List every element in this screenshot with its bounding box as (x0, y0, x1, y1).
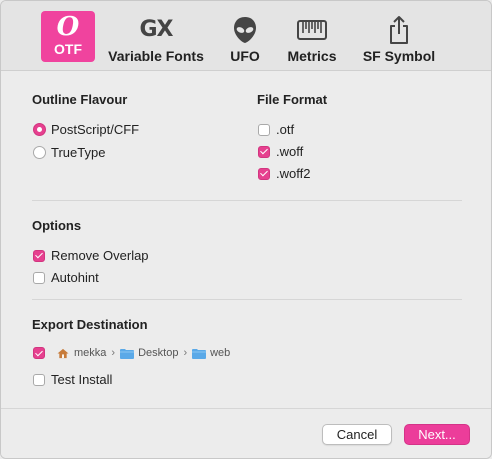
outline-flavour-title: Outline Flavour (32, 92, 128, 107)
tab-metrics[interactable]: Metrics (286, 1, 338, 70)
footer: Cancel Next... (1, 408, 491, 458)
gx-icon: GX (139, 17, 173, 42)
checkbox-label: Test Install (51, 372, 113, 387)
checkbox-label: .woff (276, 144, 304, 159)
tab-sf-symbol[interactable]: SF Symbol (362, 1, 436, 70)
divider (32, 200, 462, 201)
tab-otf-label: OTF (54, 41, 82, 57)
home-icon (57, 348, 69, 358)
checkbox-autohint[interactable]: Autohint (33, 270, 99, 285)
radio-label: PostScript/CFF (51, 122, 140, 137)
chevron-right-icon: › (183, 347, 188, 359)
checkbox-test-install[interactable]: Test Install (33, 372, 112, 387)
checkbox-remove-overlap[interactable]: Remove Overlap (33, 248, 149, 263)
cancel-button[interactable]: Cancel (322, 424, 392, 445)
export-options-panel: Outline Flavour PostScript/CFF TrueType … (1, 71, 491, 408)
folder-icon (120, 348, 135, 359)
radio-postscript-cff[interactable]: PostScript/CFF (33, 122, 139, 137)
tab-metrics-label: Metrics (287, 48, 337, 64)
checkbox-woff[interactable]: .woff (258, 144, 303, 159)
checkbox-woff2[interactable]: .woff2 (258, 166, 310, 181)
chevron-right-icon: › (111, 347, 116, 359)
share-icon (388, 13, 410, 47)
path-desktop[interactable]: Desktop (138, 347, 178, 359)
checkbox[interactable] (33, 347, 45, 359)
tab-ufo-label: UFO (230, 48, 260, 64)
path-web[interactable]: web (210, 347, 230, 359)
file-format-title: File Format (257, 92, 328, 107)
tab-variable-fonts[interactable]: GX Variable Fonts (108, 1, 204, 70)
export-destination-title: Export Destination (32, 317, 148, 332)
checkbox[interactable] (258, 167, 270, 180)
path-control[interactable]: mekka › Desktop › web (56, 347, 230, 359)
tab-otf[interactable]: O OTF (41, 11, 95, 62)
ruler-icon (297, 13, 327, 47)
radio-label: TrueType (51, 145, 106, 160)
tab-sf-symbol-label: SF Symbol (362, 48, 436, 64)
export-path-row[interactable]: mekka › Desktop › web (33, 347, 230, 359)
radio-truetype[interactable]: TrueType (33, 145, 105, 160)
folder-icon (192, 348, 207, 359)
checkbox[interactable] (258, 145, 270, 158)
checkbox[interactable] (33, 271, 45, 284)
radio-button[interactable] (33, 123, 46, 136)
tab-ufo[interactable]: UFO (227, 1, 263, 70)
checkbox-label: .woff2 (276, 166, 311, 181)
radio-button[interactable] (33, 146, 46, 159)
checkbox[interactable] (33, 373, 45, 386)
alien-icon (232, 13, 258, 47)
divider (32, 299, 462, 300)
checkbox[interactable] (258, 123, 270, 136)
otf-icon: O (56, 12, 80, 42)
checkbox[interactable] (33, 249, 45, 262)
path-home[interactable]: mekka (74, 347, 106, 359)
options-title: Options (32, 218, 82, 233)
export-window: O OTF GX Variable Fonts UFO Metrics SF S… (0, 0, 492, 459)
next-button[interactable]: Next... (404, 424, 470, 445)
checkbox-otf[interactable]: .otf (258, 122, 294, 137)
checkbox-label: Remove Overlap (51, 248, 149, 263)
toolbar: O OTF GX Variable Fonts UFO Metrics SF S… (1, 1, 491, 71)
checkbox-label: .otf (276, 122, 295, 137)
tab-variable-fonts-label: Variable Fonts (108, 48, 204, 64)
checkbox-label: Autohint (51, 270, 99, 285)
